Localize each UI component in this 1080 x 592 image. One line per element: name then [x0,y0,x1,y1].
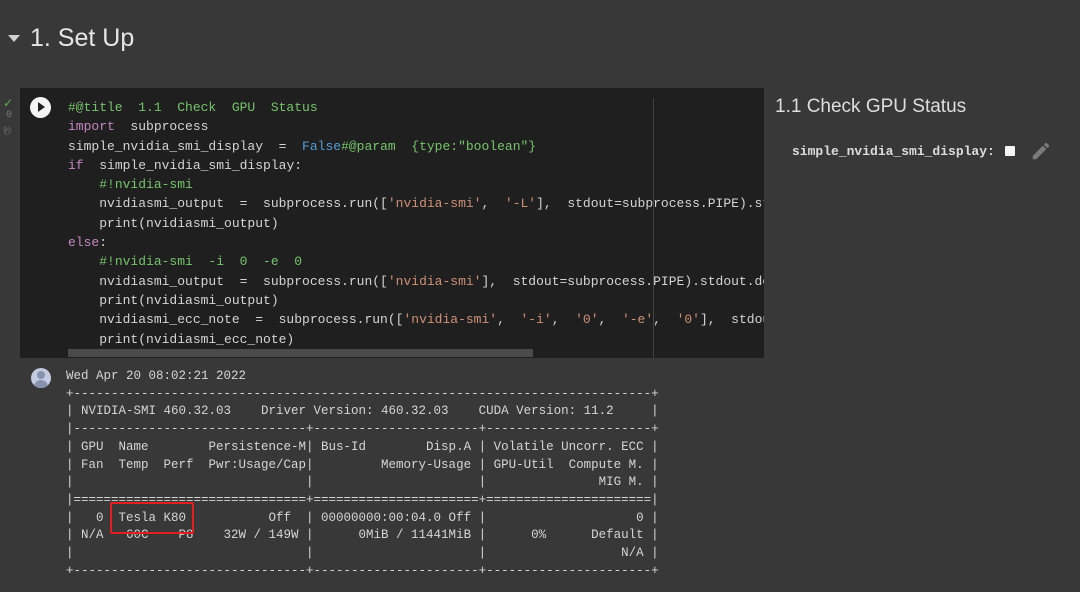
code-line[interactable]: print(nvidiasmi_ecc_note) [68,330,764,349]
output-line: +-------------------------------+-------… [66,563,659,578]
code-line[interactable]: nvidiasmi_output = subprocess.run(['nvid… [68,194,764,213]
param-checkbox[interactable] [1004,146,1015,156]
code-line[interactable]: nvidiasmi_ecc_note = subprocess.run(['nv… [68,310,764,329]
cell-output: Wed Apr 20 08:02:21 2022 +---------------… [66,368,659,580]
code-token: False [302,138,342,154]
code-token: nvidiasmi_output = subprocess.run([ [68,273,388,289]
code-token: #!nvidia-smi [99,177,193,193]
code-token: nvidiasmi_ecc_note = subprocess.run([ [68,312,404,328]
code-token: '0' [575,312,599,328]
code-cell[interactable]: #@title 1.1 Check GPU Status import subpr… [20,88,764,358]
output-line: +---------------------------------------… [66,386,659,401]
code-token: print(nvidiasmi_output) [68,292,279,308]
code-token: ], stdout=subprocess.PIPE).stdout [536,196,764,212]
scrollbar-thumb[interactable] [68,349,533,357]
code-token: 'nvidia-smi' [387,196,482,212]
code-token: , [497,312,521,328]
code-line[interactable]: #!nvidia-smi -i 0 -e 0 [68,252,764,271]
code-line[interactable]: import subprocess [68,117,764,136]
pencil-icon[interactable] [1030,140,1052,162]
execution-count: 0 [6,110,13,121]
code-token: print(nvidiasmi_ecc_note) [68,331,295,347]
code-token: if [68,157,84,173]
code-line[interactable]: print(nvidiasmi_output) [68,291,764,310]
cell-execution-gutter: ✓ 0 秒 [0,96,20,146]
code-token: ], stdout=subprocess.PIPE).stdout.decode [481,273,764,289]
code-line[interactable]: print(nvidiasmi_output) [68,214,764,233]
code-editor[interactable]: #@title 1.1 Check GPU Status import subpr… [68,98,764,349]
output-line: | Fan Temp Perf Pwr:Usage/Cap| Memory-Us… [66,457,659,472]
code-token: #!nvidia-smi -i 0 -e 0 [99,254,303,270]
code-token: print(nvidiasmi_output) [68,215,279,231]
code-token: else [68,235,100,251]
code-token: 'nvidia-smi' [387,273,482,289]
form-title: 1.1 Check GPU Status [775,96,967,117]
output-line: | GPU Name Persistence-M| Bus-Id Disp.A … [66,439,659,454]
code-token: 'nvidia-smi' [403,312,498,328]
code-token: ], stdout=su [699,312,764,328]
code-line[interactable]: if simple_nvidia_smi_display: [68,156,764,175]
code-token: '-i' [520,312,552,328]
code-token: , [653,312,677,328]
form-param-row: simple_nvidia_smi_display: [792,140,1052,162]
output-line: | | | N/A | [66,546,659,561]
code-token: subprocess [114,119,209,135]
code-token: simple_nvidia_smi_display: [83,157,303,173]
output-line: Wed Apr 20 08:02:21 2022 [66,369,247,383]
highlight-box [110,502,194,534]
code-line[interactable]: nvidiasmi_output = subprocess.run(['nvid… [68,272,764,291]
param-label: simple_nvidia_smi_display: [792,143,995,159]
code-line[interactable]: simple_nvidia_smi_display = False#@param… [68,137,764,156]
code-token: , [598,312,622,328]
code-token: simple_nvidia_smi_display = [68,138,303,154]
horizontal-scrollbar[interactable] [68,349,758,357]
output-line: |-------------------------------+-------… [66,422,659,437]
section-title: 1. Set Up [30,23,135,52]
code-token: '-e' [621,312,654,328]
code-line[interactable]: else: [68,233,764,252]
code-token: '-L' [504,196,537,212]
caret-down-icon[interactable] [8,34,20,42]
line-length-ruler [653,98,654,358]
output-line: | | | MIG M. | [66,475,659,490]
code-line[interactable]: #!nvidia-smi [68,175,764,194]
code-token: nvidiasmi_output = subprocess.run([ [68,196,388,212]
check-icon: ✓ [3,96,14,110]
execution-time: 秒 [3,127,13,137]
code-token: '0' [676,312,700,328]
code-token: #@title 1.1 Check GPU Status [68,100,318,115]
code-token: , [481,196,505,212]
code-token: #@param {type:"boolean"} [341,138,537,154]
code-token: : [99,235,108,251]
output-line: | NVIDIA-SMI 460.32.03 Driver Version: 4… [66,404,659,419]
output-avatar-icon [31,368,51,388]
section-header: 1. Set Up [4,18,134,58]
code-line[interactable]: #@title 1.1 Check GPU Status [68,98,764,117]
code-token: import [68,119,115,135]
code-token: , [551,312,576,328]
play-icon[interactable] [30,97,51,118]
form-panel: 1.1 Check GPU Status simple_nvidia_smi_d… [775,96,1075,160]
